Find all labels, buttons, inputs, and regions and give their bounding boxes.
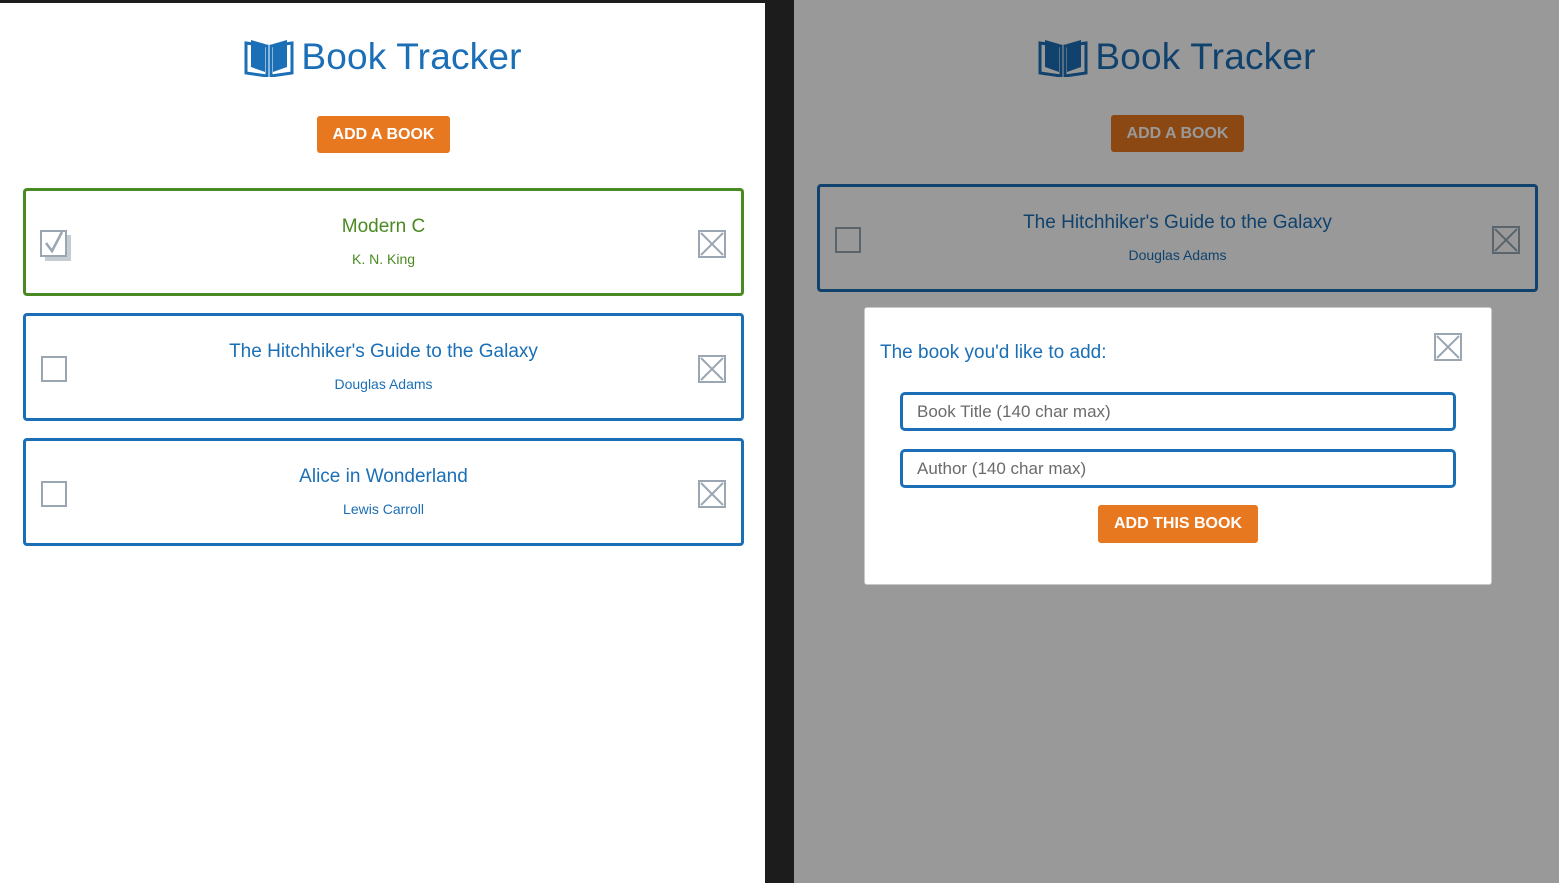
book-title: The Hitchhiker's Guide to the Galaxy xyxy=(229,341,538,362)
open-book-icon xyxy=(244,40,294,77)
delete-x-box-icon[interactable] xyxy=(698,230,726,258)
book-card: Alice in Wonderland Lewis Carroll xyxy=(23,438,744,546)
app-header: Book Tracker xyxy=(0,36,765,78)
add-book-view: Book Tracker ADD A BOOK The Hitchhiker's… xyxy=(794,0,1559,883)
book-author: Lewis Carroll xyxy=(343,501,424,517)
add-this-book-button[interactable]: ADD THIS BOOK xyxy=(1098,505,1258,543)
book-author: K. N. King xyxy=(351,251,416,267)
add-book-modal: The book you'd like to add: ADD THIS BOO… xyxy=(864,307,1492,585)
book-list-view: Book Tracker ADD A BOOK Modern C K. N. K… xyxy=(0,0,765,883)
book-title: Alice in Wonderland xyxy=(299,466,468,487)
book-card: Modern C K. N. King xyxy=(23,188,744,296)
modal-prompt: The book you'd like to add: xyxy=(880,342,1107,363)
author-input[interactable] xyxy=(900,449,1456,488)
delete-x-box-icon[interactable] xyxy=(698,355,726,383)
book-author: Douglas Adams xyxy=(334,376,433,392)
app-title: Book Tracker xyxy=(301,36,522,77)
book-title-input[interactable] xyxy=(900,392,1456,431)
book-card: The Hitchhiker's Guide to the Galaxy Dou… xyxy=(23,313,744,421)
add-book-button[interactable]: ADD A BOOK xyxy=(317,116,450,153)
close-icon[interactable] xyxy=(1434,333,1462,361)
delete-x-box-icon[interactable] xyxy=(698,480,726,508)
book-title: Modern C xyxy=(341,216,426,237)
